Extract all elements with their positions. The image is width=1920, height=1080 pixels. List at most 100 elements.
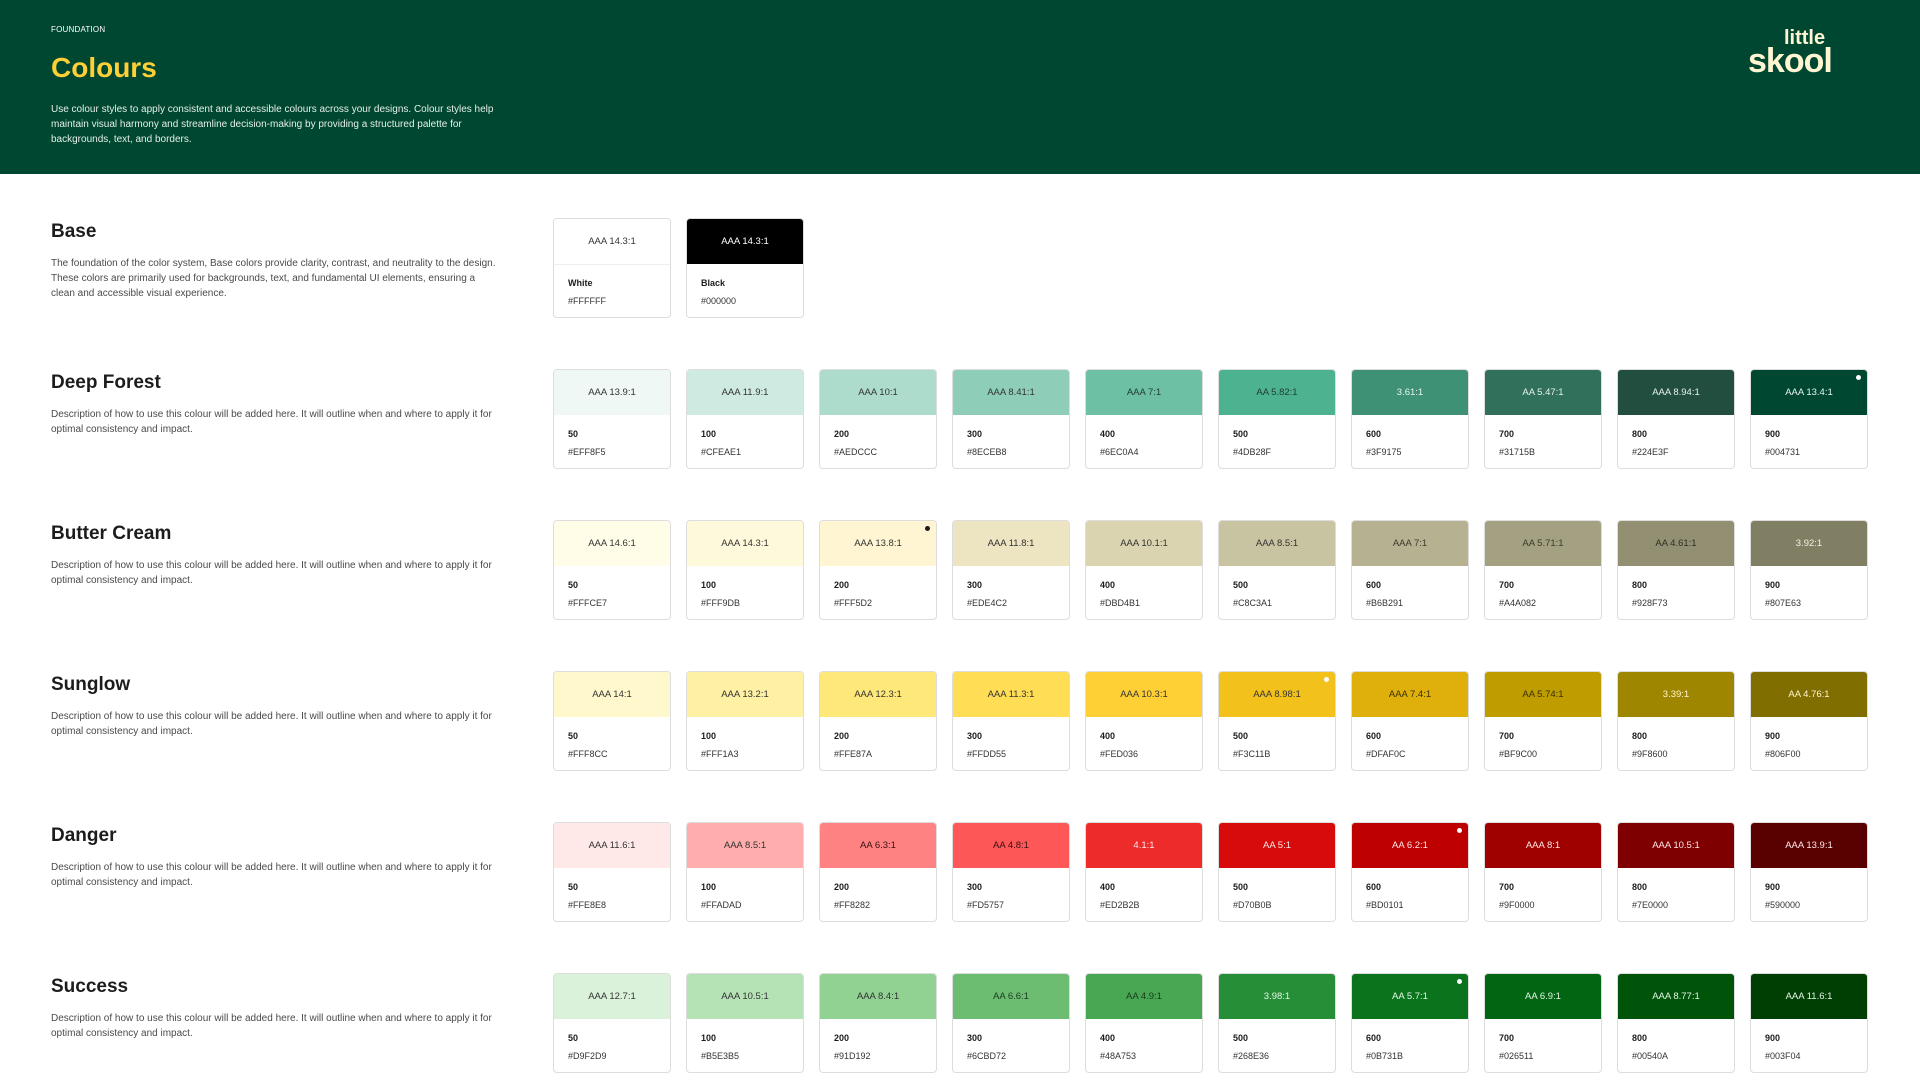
color-swatch-card[interactable]: AAA 7.4:1 600 #DFAF0C [1351,671,1469,771]
color-chip: AAA 7:1 [1352,521,1468,566]
color-swatch-card[interactable]: AAA 13.9:1 50 #EFF8F5 [553,369,671,469]
color-swatch-card[interactable]: AAA 13.9:1 900 #590000 [1750,822,1868,922]
color-swatch-card[interactable]: AA 5.74:1 700 #BF9C00 [1484,671,1602,771]
color-chip: 4.1:1 [1086,823,1202,868]
swatch-name: 600 [1366,429,1382,439]
little-skool-logo: little skool [1748,27,1833,78]
swatch-name: 800 [1632,580,1648,590]
color-swatch-card[interactable]: AAA 7:1 400 #6EC0A4 [1085,369,1203,469]
color-swatch-card[interactable]: AAA 11.6:1 900 #003F04 [1750,973,1868,1073]
color-swatch-card[interactable]: AA 5.71:1 700 #A4A082 [1484,520,1602,620]
swatch-name: 200 [834,882,850,892]
section-title: Butter Cream [51,523,172,544]
color-swatch-card[interactable]: AA 4.76:1 900 #806F00 [1750,671,1868,771]
color-swatch-card[interactable]: AAA 11.9:1 100 #CFEAE1 [686,369,804,469]
section-title: Base [51,221,97,242]
color-swatch-card[interactable]: AA 5:1 500 #D70B0B [1218,822,1336,922]
swatch-name: 500 [1233,731,1249,741]
contrast-ratio: AAA 12.7:1 [588,991,636,1002]
color-swatch-card[interactable]: AAA 13.2:1 100 #FFF1A3 [686,671,804,771]
color-chip: AAA 8.98:1 [1219,672,1335,717]
color-swatch-card[interactable]: AA 4.8:1 300 #FD5757 [952,822,1070,922]
color-swatch-card[interactable]: AAA 10.5:1 100 #B5E3B5 [686,973,804,1073]
color-swatch-card[interactable]: AAA 10.5:1 800 #7E0000 [1617,822,1735,922]
color-swatch-card[interactable]: AAA 8:1 700 #9F0000 [1484,822,1602,922]
color-swatch-card[interactable]: 3.39:1 800 #9F8600 [1617,671,1735,771]
contrast-ratio: AA 6.9:1 [1525,991,1561,1002]
color-chip: AAA 14.3:1 [687,521,803,566]
swatch-name: 50 [568,1033,579,1043]
swatch-name: White [568,278,593,288]
color-swatch-card[interactable]: AAA 8.77:1 800 #00540A [1617,973,1735,1073]
color-swatch-card[interactable]: AAA 10.3:1 400 #FED036 [1085,671,1203,771]
color-chip: AAA 8.4:1 [820,974,936,1019]
color-swatch-card[interactable]: AAA 11.8:1 300 #EDE4C2 [952,520,1070,620]
swatch-name: 400 [1100,429,1116,439]
contrast-ratio: AAA 11.6:1 [1785,991,1833,1002]
indicator-dot [1856,375,1861,380]
contrast-ratio: AAA 14.3:1 [588,236,636,247]
color-swatch-card[interactable]: AAA 10:1 200 #AEDCCC [819,369,937,469]
swatch-hex: #9F8600 [1632,749,1668,759]
swatch-name: 200 [834,1033,850,1043]
color-swatch-card[interactable]: AAA 11.6:1 50 #FFE8E8 [553,822,671,922]
color-swatch-card[interactable]: AAA 14.3:1 Black #000000 [686,218,804,318]
swatch-name: 900 [1765,731,1781,741]
swatch-hex: #806F00 [1765,749,1801,759]
contrast-ratio: AAA 8.98:1 [1253,689,1301,700]
color-swatch-card[interactable]: AA 5.47:1 700 #31715B [1484,369,1602,469]
contrast-ratio: AAA 13.4:1 [1785,387,1833,398]
color-swatch-card[interactable]: AAA 8.5:1 500 #C8C3A1 [1218,520,1336,620]
color-swatch-card[interactable]: AAA 12.7:1 50 #D9F2D9 [553,973,671,1073]
swatch-name: 200 [834,429,850,439]
color-swatch-card[interactable]: AAA 8.5:1 100 #FFADAD [686,822,804,922]
color-swatch-card[interactable]: AA 6.3:1 200 #FF8282 [819,822,937,922]
indicator-dot [1457,979,1462,984]
color-swatch-card[interactable]: 3.61:1 600 #3F9175 [1351,369,1469,469]
swatch-hex: #B6B291 [1366,598,1404,608]
color-swatch-card[interactable]: AAA 8.41:1 300 #8ECEB8 [952,369,1070,469]
swatch-hex: #9F0000 [1499,900,1535,910]
color-swatch-card[interactable]: AA 6.6:1 300 #6CBD72 [952,973,1070,1073]
color-chip: AA 6.9:1 [1485,974,1601,1019]
color-chip: AAA 13.9:1 [1751,823,1867,868]
color-swatch-card[interactable]: AAA 8.4:1 200 #91D192 [819,973,937,1073]
contrast-ratio: AAA 10.5:1 [721,991,769,1002]
color-swatch-card[interactable]: AAA 13.8:1 200 #FFF5D2 [819,520,937,620]
color-swatch-card[interactable]: 3.92:1 900 #807E63 [1750,520,1868,620]
swatch-hex: #A4A082 [1499,598,1537,608]
swatch-hex: #FFF5D2 [834,598,873,608]
color-swatch-card[interactable]: AAA 8.94:1 800 #224E3F [1617,369,1735,469]
color-swatch-card[interactable]: AAA 14:1 50 #FFF8CC [553,671,671,771]
color-swatch-card[interactable]: AAA 8.98:1 500 #F3C11B [1218,671,1336,771]
swatch-name: 600 [1366,1033,1382,1043]
color-swatch-card[interactable]: AAA 11.3:1 300 #FFDD55 [952,671,1070,771]
swatch-name: 50 [568,882,579,892]
color-swatch-card[interactable]: AAA 13.4:1 900 #004731 [1750,369,1868,469]
color-swatch-card[interactable]: AA 4.9:1 400 #48A753 [1085,973,1203,1073]
contrast-ratio: AAA 10:1 [858,387,898,398]
swatch-hex: #FFFFFF [568,296,606,306]
color-swatch-card[interactable]: AAA 14.3:1 White #FFFFFF [553,218,671,318]
color-swatch-card[interactable]: AA 4.61:1 800 #928F73 [1617,520,1735,620]
swatch-hex: #FFE8E8 [568,900,607,910]
color-swatch-card[interactable]: AAA 12.3:1 200 #FFE87A [819,671,937,771]
swatch-hex: #FED036 [1100,749,1139,759]
color-swatch-card[interactable]: AA 5.7:1 600 #0B731B [1351,973,1469,1073]
color-swatch-card[interactable]: AA 6.9:1 700 #026511 [1484,973,1602,1073]
swatch-name: 800 [1632,1033,1648,1043]
color-chip: AA 6.3:1 [820,823,936,868]
color-swatch-card[interactable]: 4.1:1 400 #ED2B2B [1085,822,1203,922]
contrast-ratio: AA 4.76:1 [1788,689,1830,700]
color-swatch-card[interactable]: AAA 7:1 600 #B6B291 [1351,520,1469,620]
color-swatch-card[interactable]: AAA 14.6:1 50 #FFFCE7 [553,520,671,620]
swatch-hex: #FFF8CC [568,749,608,759]
contrast-ratio: AAA 11.8:1 [987,538,1035,549]
color-swatch-card[interactable]: AA 5.82:1 500 #4DB28F [1218,369,1336,469]
color-chip: AAA 10.1:1 [1086,521,1202,566]
contrast-ratio: AAA 13.9:1 [588,387,636,398]
color-swatch-card[interactable]: 3.98:1 500 #268E36 [1218,973,1336,1073]
color-swatch-card[interactable]: AAA 14.3:1 100 #FFF9DB [686,520,804,620]
color-swatch-card[interactable]: AAA 10.1:1 400 #DBD4B1 [1085,520,1203,620]
color-swatch-card[interactable]: AA 6.2:1 600 #BD0101 [1351,822,1469,922]
